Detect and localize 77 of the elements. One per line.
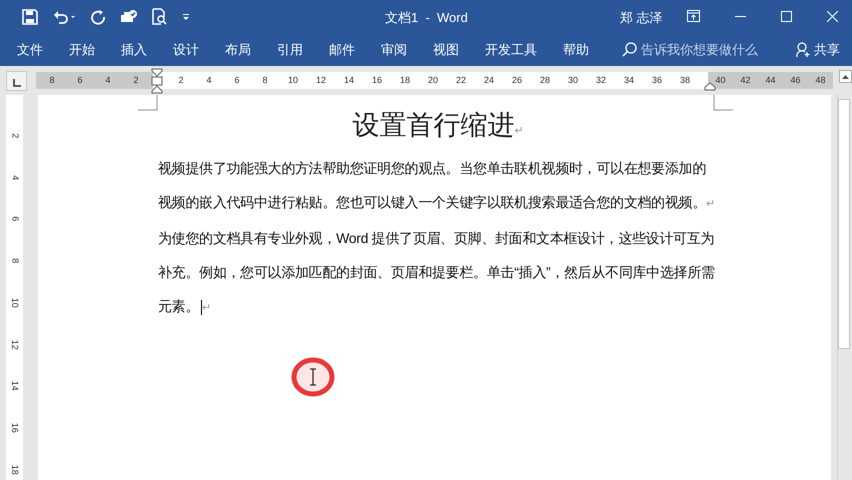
ruler-number: 8: [48, 74, 56, 87]
first-line-indent-marker[interactable]: [151, 68, 163, 94]
ribbon-tab[interactable]: 设计: [162, 33, 210, 66]
close-icon[interactable]: [827, 11, 838, 22]
user-name[interactable]: 郑 志泽: [620, 8, 663, 28]
ruler-number: 38: [678, 74, 691, 87]
ruler-number: 12: [314, 74, 327, 87]
person-add-icon: [796, 42, 811, 58]
ruler-number: 18: [9, 464, 22, 474]
left-tab-icon: [12, 78, 20, 86]
ruler-number: 34: [622, 74, 635, 87]
ribbon-tab[interactable]: 开始: [58, 33, 106, 66]
ruler-number: 40: [714, 74, 726, 87]
ruler-number: 18: [398, 74, 411, 87]
ruler-number: 14: [9, 380, 22, 391]
redo-icon[interactable]: [90, 8, 106, 24]
ruler-number: 16: [9, 422, 22, 433]
window-title: 文档1 - Word: [385, 9, 468, 27]
ribbon-tab[interactable]: 视图: [422, 33, 470, 66]
ruler-number: 6: [76, 74, 84, 87]
scrollbar-thumb[interactable]: [838, 99, 850, 349]
paragraph-mark: ↵: [514, 125, 524, 137]
tab-selector[interactable]: [6, 70, 27, 90]
ribbon-display-icon[interactable]: [687, 10, 700, 22]
ruler-number: 20: [426, 74, 439, 87]
tell-me-field[interactable]: 告诉我你想要做什么: [622, 40, 771, 60]
ruler-number: 42: [739, 74, 752, 87]
ruler-number: 8: [261, 74, 268, 87]
margin-corner-mark: [713, 95, 733, 111]
right-indent-marker[interactable]: [704, 82, 716, 91]
ruler-number: 26: [510, 74, 523, 87]
ruler-number: 48: [814, 74, 826, 87]
body-paragraph: 视频提供了功能强大的方法帮助您证明您的观点。当您单击联机视频时，可以在想要添加的视频的嵌入代码中进行粘贴。您也可以键入一个关键字以联机搜索最适合您的文档的视频。↵: [158, 159, 716, 212]
body-paragraph: 为使您的文档具有专业外观，Word 提供了页眉、页脚、封面和文本框设计，这些设计可互为补充。例如，您可以添加匹配的封面、页眉和提要栏。单击“插入”，然后从不同库中选择所需元素。 ↵: [158, 229, 716, 317]
maximize-icon[interactable]: [781, 11, 792, 22]
ribbon-tab[interactable]: 引用: [266, 33, 314, 66]
ruler-number: 44: [764, 74, 776, 87]
ruler-number: 28: [538, 74, 551, 87]
ribbon-tab[interactable]: 插入: [110, 33, 158, 66]
ruler-number: 32: [594, 74, 607, 87]
save-icon[interactable]: [22, 8, 38, 24]
ruler-number: 2: [177, 74, 184, 87]
share-button[interactable]: 共享: [796, 40, 840, 60]
ruler-number: 10: [9, 298, 22, 308]
ribbon-tab[interactable]: 开发工具: [474, 33, 548, 66]
ruler-number: 8: [9, 258, 22, 264]
scroll-up-button[interactable]: [839, 70, 852, 83]
ruler-number: 4: [9, 175, 22, 180]
up-arrow-icon: [842, 74, 849, 78]
ruler-number: 22: [454, 74, 467, 87]
ruler-number: 2: [132, 74, 140, 87]
ruler-number: 46: [789, 74, 802, 87]
ruler-number: 2: [9, 133, 22, 138]
print-preview-icon[interactable]: [152, 8, 168, 25]
ribbon-tab[interactable]: 文件: [6, 33, 54, 66]
ruler-number: 10: [286, 74, 299, 87]
ruler-number: 6: [9, 216, 22, 222]
undo-icon[interactable]: [52, 8, 76, 24]
customize-toolbar-icon[interactable]: [182, 12, 190, 20]
document-heading: 设置首行缩进: [352, 110, 514, 140]
ribbon-tab[interactable]: 审阅: [370, 33, 418, 66]
ruler-number: 12: [9, 339, 22, 350]
ribbon-tab[interactable]: 邮件: [318, 33, 366, 66]
ruler-number: 4: [205, 74, 212, 87]
ruler-number: 14: [342, 74, 355, 87]
margin-corner-mark: [138, 95, 158, 111]
ruler-number: 6: [233, 74, 240, 87]
ribbon-tab[interactable]: 帮助: [552, 33, 600, 66]
ruler-number: 4: [104, 74, 112, 87]
ruler-number: 24: [482, 74, 495, 87]
search-icon: [622, 42, 637, 57]
ribbon-tab[interactable]: 布局: [214, 33, 262, 66]
ruler-number: 30: [566, 74, 579, 87]
ruler-number: 16: [370, 74, 383, 87]
ruler-number: 36: [650, 74, 663, 87]
printer-icon[interactable]: [120, 8, 138, 24]
click-highlight-icon: [291, 357, 335, 397]
